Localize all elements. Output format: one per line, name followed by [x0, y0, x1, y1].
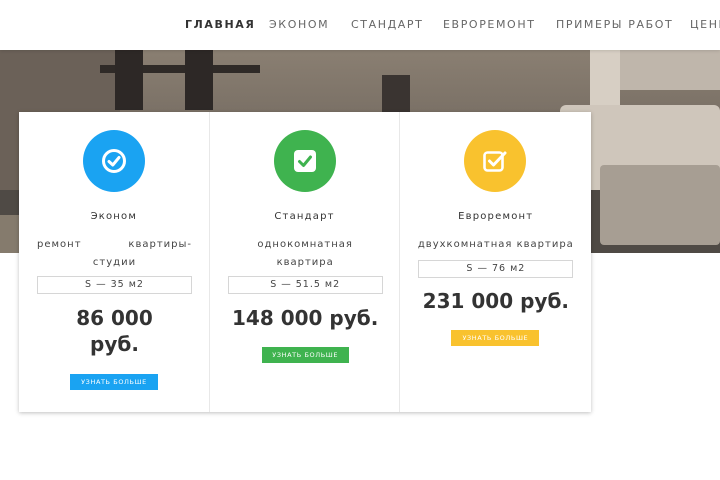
price: 148 000 руб. [232, 306, 379, 330]
card-description: ремонт квартиры-студии [37, 239, 192, 268]
card-title: Эконом [90, 211, 138, 222]
learn-more-button[interactable]: УЗНАТЬ БОЛЬШЕ [451, 330, 540, 346]
check-circle-icon [83, 130, 145, 192]
pricing-card-euroremont: Евроремонт двухкомнатная квартира S — 76… [400, 112, 591, 412]
nav-item-euroremont[interactable]: ЕВРОРЕМОНТ [443, 18, 536, 31]
pricing-cards: Эконом ремонт квартиры-студии S — 35 м2 … [19, 112, 591, 412]
top-navigation: ГЛАВНАЯ ЭКОНОМ СТАНДАРТ ЕВРОРЕМОНТ ПРИМЕ… [0, 0, 720, 50]
pricing-card-standard: Стандарт однокомнатная квартира S — 51.5… [210, 112, 401, 412]
nav-item-econom[interactable]: ЭКОНОМ [269, 18, 329, 31]
nav-item-portfolio[interactable]: ПРИМЕРЫ РАБОТ [556, 18, 673, 31]
card-description: двухкомнатная квартира [417, 239, 574, 250]
nav-item-prices[interactable]: ЦЕНЫ [690, 18, 720, 31]
card-title: Стандарт [274, 211, 335, 222]
pricing-card-econom: Эконом ремонт квартиры-студии S — 35 м2 … [19, 112, 210, 412]
price: 231 000 руб. [422, 289, 570, 313]
area-label: S — 35 м2 [37, 276, 192, 294]
price: 86 000 руб. [76, 306, 153, 356]
area-label: S — 76 м2 [418, 260, 574, 278]
learn-more-button[interactable]: УЗНАТЬ БОЛЬШЕ [261, 347, 349, 363]
card-title: Евроремонт [458, 211, 534, 222]
area-label: S — 51.5 м2 [227, 276, 383, 294]
checkbox-edit-icon [464, 130, 527, 192]
card-description: однокомнатная квартира [257, 239, 353, 268]
learn-more-button[interactable]: УЗНАТЬ БОЛЬШЕ [70, 374, 158, 390]
nav-item-home[interactable]: ГЛАВНАЯ [185, 18, 255, 31]
nav-item-standard[interactable]: СТАНДАРТ [351, 18, 423, 31]
check-square-icon [273, 130, 336, 192]
